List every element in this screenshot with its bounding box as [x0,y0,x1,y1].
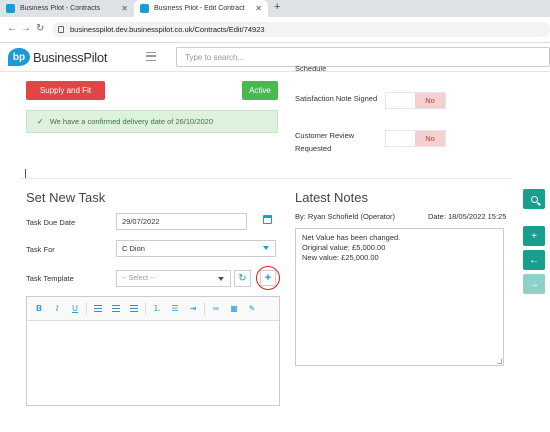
task-editor[interactable]: B I U ⒈ ☰ ⇥ ∞ ▦ ✎ [26,296,280,406]
align-center-icon[interactable] [109,302,123,315]
divider [20,178,513,179]
status-active-button[interactable]: Active [242,81,278,100]
toolbar-separator [204,302,205,315]
template-placeholder: -- Select -- [122,275,155,282]
calendar-icon[interactable] [263,215,272,224]
search-notes-button[interactable] [523,189,545,209]
search-input[interactable] [176,47,550,67]
close-tab-icon[interactable]: ✕ [121,4,128,13]
unordered-list-icon[interactable]: ☰ [168,302,182,315]
delivery-date-alert: ✓ We have a confirmed delivery date of 2… [26,110,278,133]
task-template-select[interactable]: -- Select -- [116,270,231,287]
browser-tab-edit-contract[interactable]: Business Pilot - Edit Contract ✕ [134,0,268,17]
editor-toolbar: B I U ⒈ ☰ ⇥ ∞ ▦ ✎ [27,297,279,321]
note-line: Net Value has been changed. [302,233,401,242]
check-icon: ✓ [37,117,44,126]
toggle-no-value: No [415,131,445,146]
satisfaction-note-toggle[interactable]: No [385,92,446,109]
new-tab-plus-icon[interactable]: + [274,1,280,13]
forward-arrow-icon[interactable]: → [21,23,31,34]
underline-button[interactable]: U [68,302,82,315]
url-field[interactable]: businesspilot.dev.businesspilot.co.uk/Co… [52,22,550,37]
url-text: businesspilot.dev.businesspilot.co.uk/Co… [70,25,265,34]
task-due-date-label: Task Due Date [26,218,76,227]
app-header: bp BusinessPilot [0,43,550,72]
indent-icon[interactable]: ⇥ [186,302,200,315]
tab-title: Business Pilot - Edit Contract [154,5,245,12]
arrow-right-icon: → [529,278,539,290]
link-icon[interactable]: ∞ [209,302,223,315]
browser-tab-contracts[interactable]: Business Pilot - Contracts ✕ [0,0,134,17]
set-new-task-title: Set New Task [26,190,106,205]
task-template-label: Task Template [26,274,74,283]
task-for-value: C Dion [122,244,145,253]
plus-icon: + [531,230,537,242]
add-note-button[interactable]: + [523,226,545,246]
bold-button[interactable]: B [32,302,46,315]
align-right-icon[interactable] [127,302,141,315]
clear-format-icon[interactable]: ✎ [245,302,259,315]
arrow-left-icon: ← [529,254,539,266]
search-icon [530,195,538,203]
close-tab-icon[interactable]: ✕ [255,4,262,13]
italic-button[interactable]: I [50,302,64,315]
task-due-date-input[interactable]: 29/07/2022 [116,213,247,230]
alert-text: We have a confirmed delivery date of 26/… [49,117,214,126]
toolbar-separator [145,302,146,315]
table-icon[interactable]: ▦ [227,302,241,315]
note-textarea[interactable]: Net Value has been changed. Original val… [295,228,504,366]
schedule-label-partial: Schedule [295,66,327,73]
chevron-down-icon [263,246,269,250]
note-line: Original value: £5,000.00 [302,243,386,252]
add-template-button-highlight[interactable]: + [256,266,280,290]
hamburger-menu-icon[interactable] [146,52,156,61]
note-author: By: Ryan Schofield (Operator) [295,212,396,221]
chevron-down-icon [218,277,224,281]
task-for-select[interactable]: C Dion [116,240,276,257]
resize-handle-icon[interactable] [497,359,502,364]
favicon-icon [140,4,149,13]
refresh-templates-button[interactable]: ↻ [234,270,251,287]
satisfaction-note-label: Satisfaction Note Signed [295,94,378,103]
reload-icon[interactable]: ↻ [36,23,44,34]
supply-and-fit-button[interactable]: Supply and Fit [26,81,105,100]
logo-mark: bp [8,48,30,66]
note-date: Date: 18/05/2022 15:25 [428,212,507,221]
task-for-label: Task For [26,245,55,254]
ordered-list-icon[interactable]: ⒈ [150,302,164,315]
align-left-icon[interactable] [91,302,105,315]
business-pilot-logo[interactable]: bp BusinessPilot [8,48,107,66]
logo-text: BusinessPilot [33,49,108,65]
browser-tab-bar: Business Pilot - Contracts ✕ Business Pi… [0,0,550,17]
lock-icon [58,26,64,33]
tab-title: Business Pilot - Contracts [20,5,101,12]
address-bar: ← → ↻ businesspilot.dev.businesspilot.co… [0,17,550,43]
toolbar-separator [86,302,87,315]
favicon-icon [6,4,15,13]
customer-review-toggle[interactable]: No [385,130,446,147]
plus-icon[interactable]: + [260,270,276,286]
toggle-no-value: No [415,93,445,108]
note-line: New value: £25,000.00 [302,253,379,262]
refresh-icon: ↻ [238,273,247,284]
previous-note-button[interactable]: ← [523,250,545,270]
customer-review-label: Customer Review Requested [295,131,355,153]
back-arrow-icon[interactable]: ← [7,23,17,34]
next-note-button[interactable]: → [523,274,545,294]
due-date-value: 29/07/2022 [122,217,160,226]
latest-notes-title: Latest Notes [295,190,368,205]
